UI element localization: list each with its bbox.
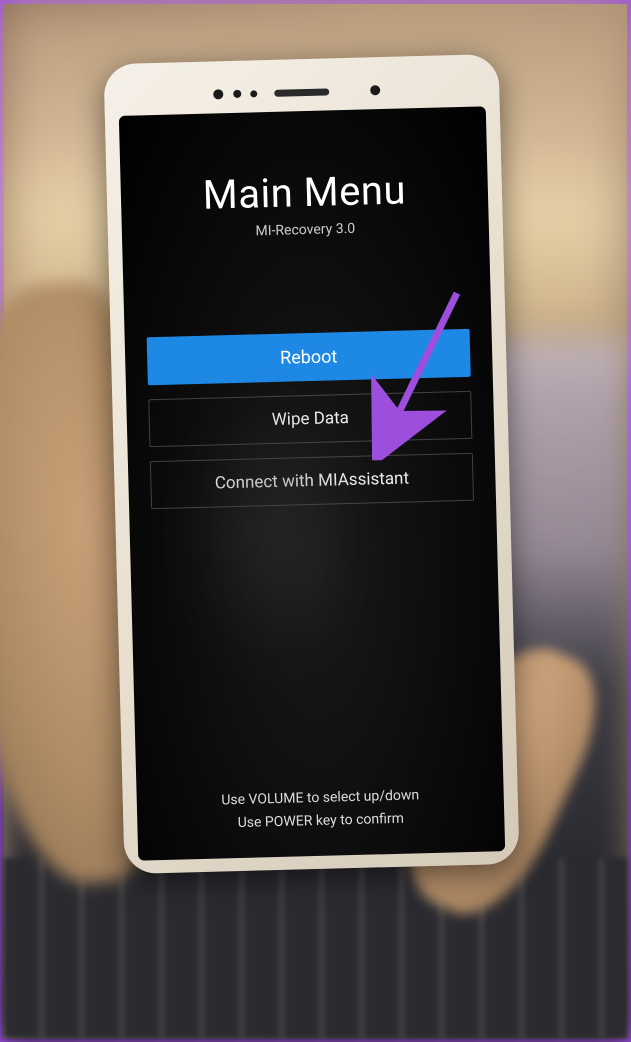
screen-reflection <box>176 390 363 675</box>
phone-screen: Main Menu MI-Recovery 3.0 Reboot Wipe Da… <box>119 106 505 860</box>
sensor-dot-icon <box>250 90 257 97</box>
sensor-dot-icon <box>233 90 241 98</box>
camera-dot-icon <box>213 89 223 99</box>
annotation-arrow-icon <box>362 277 487 464</box>
speaker-grille-icon <box>274 88 329 96</box>
reboot-button-label: Reboot <box>280 346 338 368</box>
page-title: Main Menu <box>202 166 406 218</box>
phone-device: Main Menu MI-Recovery 3.0 Reboot Wipe Da… <box>103 54 519 874</box>
camera-dot-icon <box>370 85 380 95</box>
page-subtitle: MI-Recovery 3.0 <box>255 221 355 240</box>
help-text: Use VOLUME to select up/down Use POWER k… <box>221 785 420 835</box>
help-line-2: Use POWER key to confirm <box>222 807 420 835</box>
